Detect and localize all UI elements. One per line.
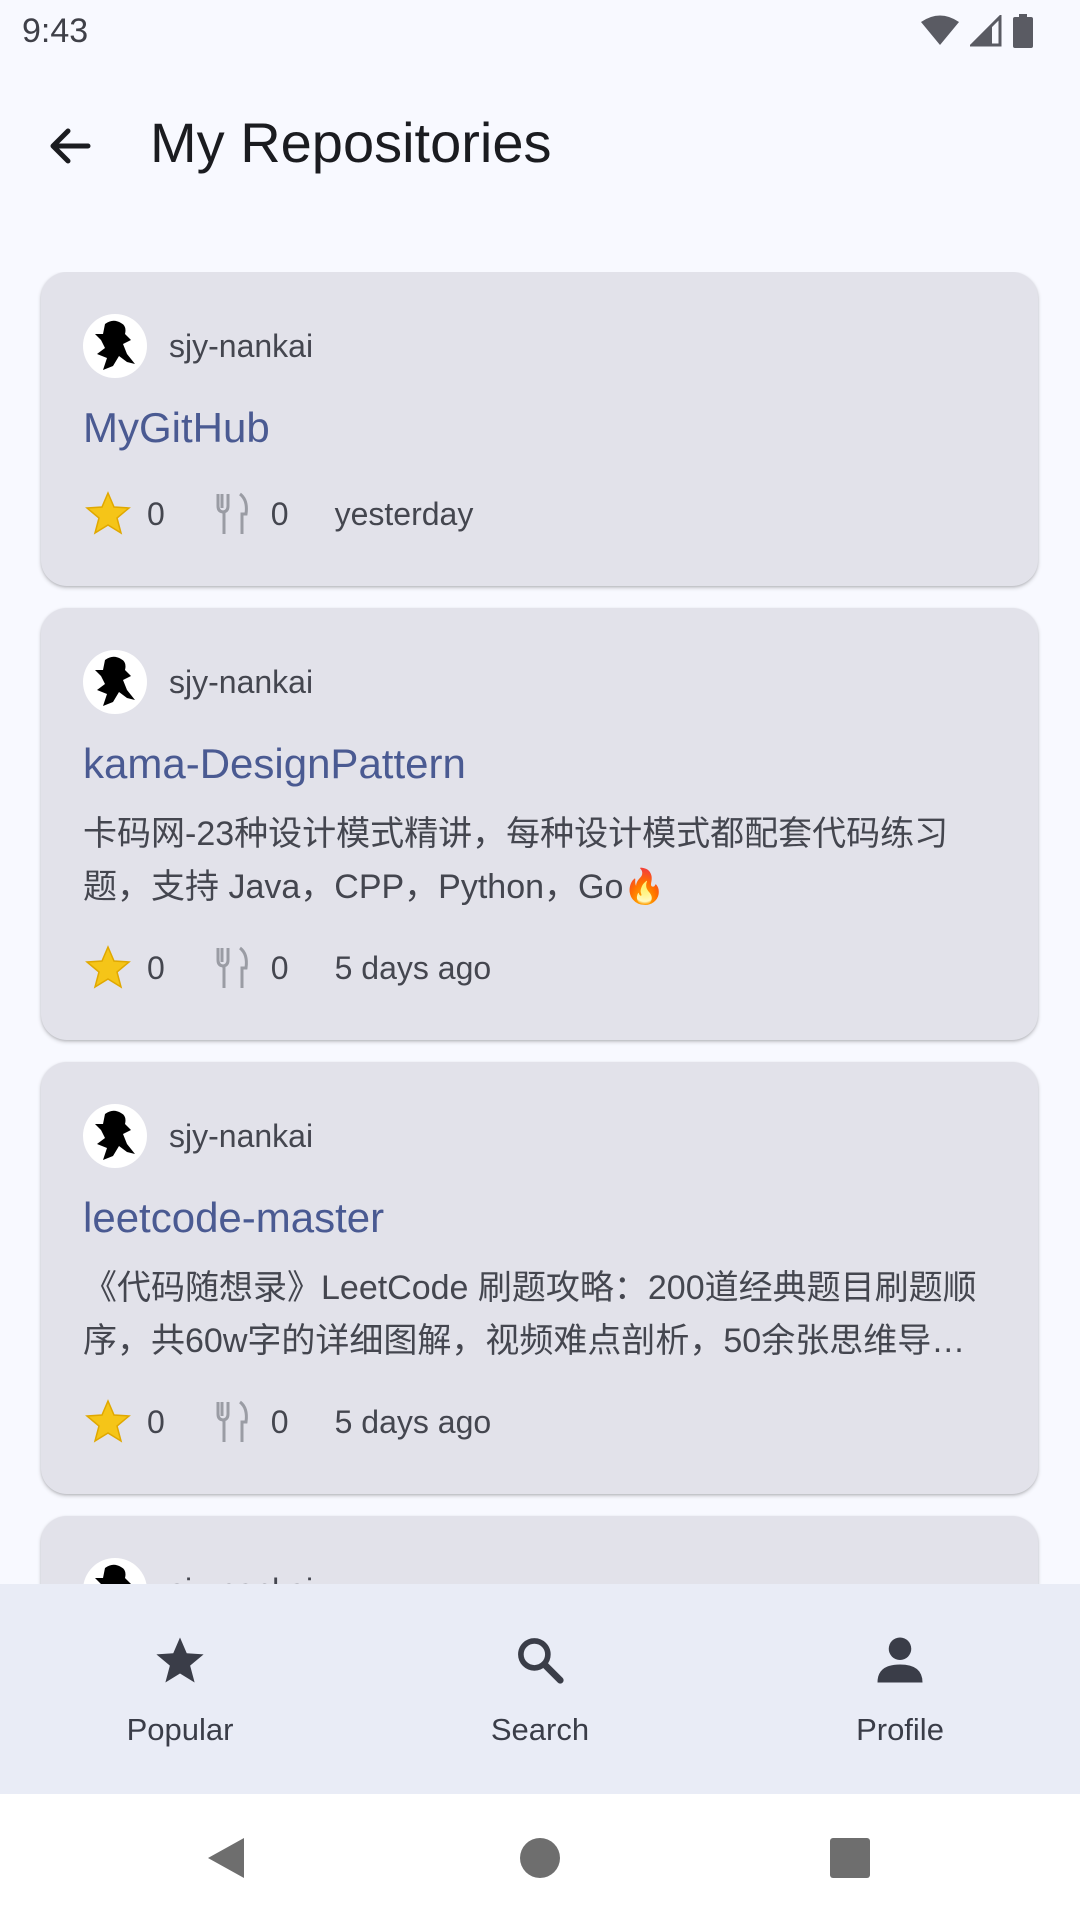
- star-icon: [150, 1630, 210, 1690]
- nav-item-search[interactable]: Search: [360, 1584, 720, 1794]
- status-time: 9:43: [22, 12, 89, 50]
- updated-time: yesterday: [334, 495, 474, 532]
- repo-description: 《代码随想录》LeetCode 刷题攻略：200道经典题目刷题顺序，共60w字的…: [83, 1269, 977, 1360]
- system-home-button[interactable]: [510, 1830, 570, 1890]
- repo-name[interactable]: kama-DesignPattern: [83, 740, 466, 788]
- nav-item-profile[interactable]: Profile: [720, 1584, 1080, 1794]
- search-icon: [510, 1630, 570, 1690]
- owner-name[interactable]: sjy-nankai: [169, 1572, 313, 1585]
- nav-label-search: Search: [490, 1712, 590, 1747]
- owner-row: sjy-nankai: [83, 650, 313, 714]
- fork-and-knife-icon: [207, 489, 257, 539]
- repo-name[interactable]: MyGitHub: [83, 404, 270, 452]
- repo-card[interactable]: sjy-nankai kama-DesignPattern 卡码网-23种设计模…: [41, 608, 1038, 1040]
- owner-row: sjy-nankai: [83, 1104, 313, 1168]
- owner-name[interactable]: sjy-nankai: [169, 1118, 313, 1155]
- repo-description: 卡码网-23种设计模式精讲，每种设计模式都配套代码练习题，支持 Java，CPP…: [83, 815, 949, 906]
- page-title: My Repositories: [150, 111, 552, 174]
- system-recents-button[interactable]: [820, 1830, 880, 1890]
- star-icon: [83, 1397, 133, 1447]
- owner-name[interactable]: sjy-nankai: [169, 664, 313, 701]
- repo-stats: 0 0 5 days ago: [83, 938, 491, 998]
- battery-icon: [1012, 14, 1034, 53]
- avatar: [83, 314, 147, 378]
- arrow-back-icon: [46, 122, 94, 175]
- star-count: 0: [147, 1403, 165, 1440]
- home-circle-icon: [518, 1836, 562, 1885]
- fork-and-knife-icon: [207, 1397, 257, 1447]
- back-button[interactable]: [40, 118, 100, 178]
- repo-card[interactable]: sjy-nankai leetcode-master 《代码随想录》LeetCo…: [41, 1062, 1038, 1494]
- avatar: [83, 1104, 147, 1168]
- fork-count: 0: [270, 495, 289, 532]
- cell-signal-icon: [968, 13, 1002, 52]
- repo-card[interactable]: sjy-nankai: [41, 1516, 1038, 1584]
- repo-name[interactable]: leetcode-master: [83, 1194, 384, 1242]
- repo-list[interactable]: sjy-nankai MyGitHub 0 0 yesterday sjy-na…: [0, 272, 1080, 1584]
- wifi-icon: [920, 15, 960, 52]
- fork-count: 0: [270, 949, 289, 986]
- nav-item-popular[interactable]: Popular: [0, 1584, 360, 1794]
- star-icon: [83, 943, 133, 993]
- person-icon: [870, 1630, 930, 1690]
- star-icon: [83, 489, 133, 539]
- star-count: 0: [147, 495, 165, 532]
- nav-label-profile: Profile: [856, 1712, 944, 1747]
- owner-name[interactable]: sjy-nankai: [169, 328, 313, 365]
- nav-label-popular: Popular: [126, 1712, 234, 1747]
- recents-square-icon: [829, 1837, 871, 1884]
- bottom-navigation: Popular Search Profile: [0, 1584, 1080, 1794]
- system-back-button[interactable]: [196, 1830, 256, 1890]
- repo-stats: 0 0 5 days ago: [83, 1392, 491, 1452]
- fork-count: 0: [270, 1403, 289, 1440]
- back-triangle-icon: [204, 1834, 248, 1887]
- owner-row: sjy-nankai: [83, 314, 313, 378]
- repo-card[interactable]: sjy-nankai MyGitHub 0 0 yesterday: [41, 272, 1038, 586]
- updated-time: 5 days ago: [334, 949, 492, 986]
- system-navigation-bar: [0, 1794, 1080, 1920]
- owner-row: sjy-nankai: [83, 1558, 313, 1584]
- status-bar: 9:43: [0, 0, 1080, 64]
- fork-and-knife-icon: [207, 943, 257, 993]
- top-app-bar: My Repositories: [0, 90, 1080, 200]
- avatar: [83, 650, 147, 714]
- repo-stats: 0 0 yesterday: [83, 484, 473, 544]
- avatar: [83, 1558, 147, 1584]
- updated-time: 5 days ago: [334, 1403, 492, 1440]
- star-count: 0: [147, 949, 165, 986]
- status-icons: [920, 13, 1034, 53]
